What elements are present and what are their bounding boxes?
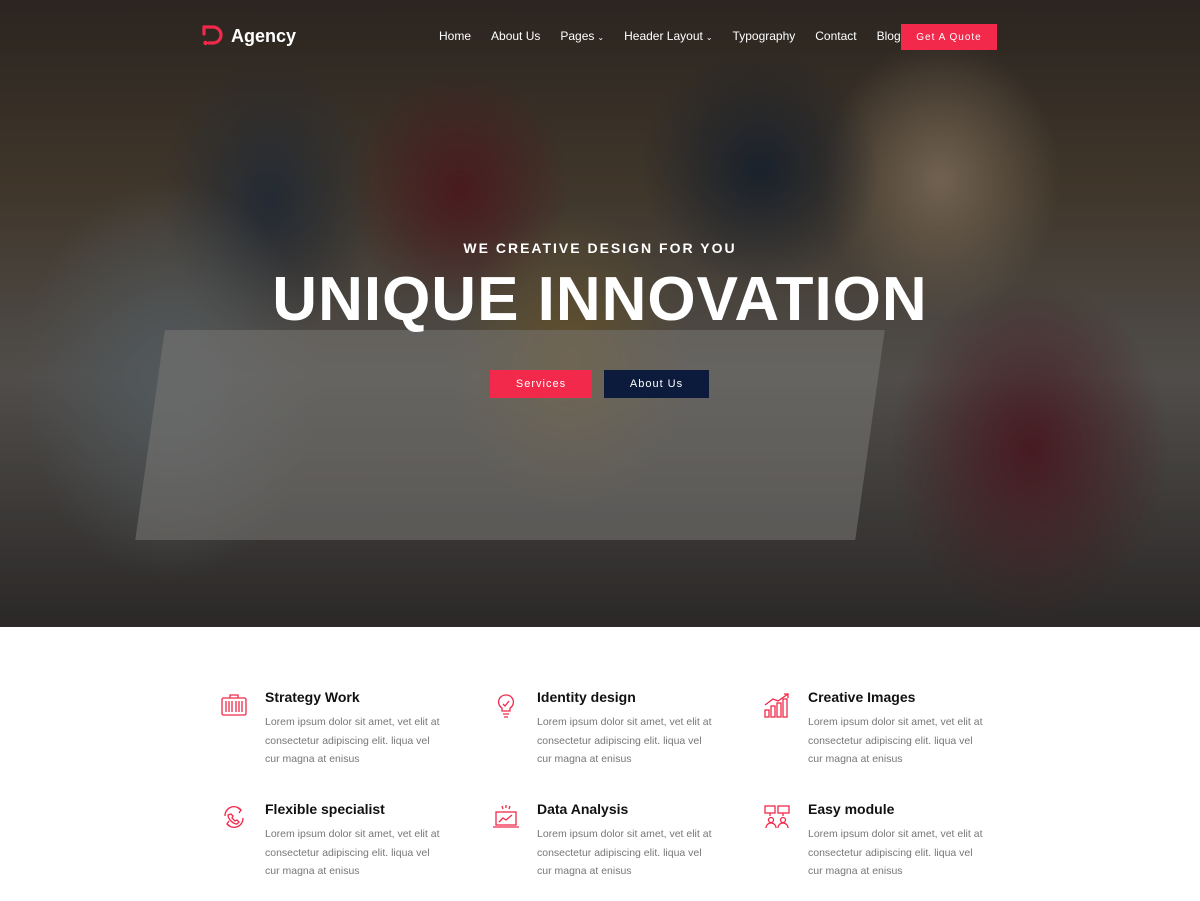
nav-item-header-layout[interactable]: Header Layout ⌄	[624, 29, 712, 43]
chevron-down-icon: ⌄	[597, 32, 605, 42]
nav-item-label: Pages	[560, 29, 595, 43]
nav-item-blog[interactable]: Blog	[877, 29, 901, 43]
main-nav: Home About Us Pages ⌄ Header Layout ⌄ Typo…	[439, 29, 921, 43]
about-us-button[interactable]: About Us	[604, 370, 709, 398]
features-section: Strategy Work Lorem ipsum dolor sit amet…	[0, 627, 1200, 900]
logo-text: Agency	[231, 25, 297, 46]
nav-item-home[interactable]: Home	[439, 29, 471, 43]
hero-buttons: Services About Us	[490, 370, 709, 398]
get-a-quote-button[interactable]: Get A Quote	[901, 24, 997, 50]
feature-item-strategy-work: Strategy Work Lorem ipsum dolor sit amet…	[220, 689, 460, 789]
logo[interactable]: Agency	[202, 24, 296, 48]
nav-item-label: Blog	[876, 29, 901, 43]
feature-item-creative-images: Creative Images Lorem ipsum dolor sit am…	[763, 689, 1003, 789]
team-board-icon	[764, 805, 790, 829]
feature-title: Flexible specialist	[265, 801, 385, 817]
nav-item-about-us[interactable]: About Us	[491, 29, 540, 43]
feature-text: Lorem ipsum dolor sit amet, vet elit at …	[808, 828, 983, 877]
feature-item-identity-design: Identity design Lorem ipsum dolor sit am…	[492, 689, 732, 789]
nav-item-label: Typography	[732, 29, 796, 43]
feature-item-data-analysis: Data Analysis Lorem ipsum dolor sit amet…	[492, 801, 732, 901]
feature-text: Lorem ipsum dolor sit amet, vet elit at …	[537, 716, 712, 765]
feature-title: Data Analysis	[537, 801, 629, 817]
feature-text: Lorem ipsum dolor sit amet, vet elit at …	[265, 716, 440, 765]
feature-item-flexible-specialist: Flexible specialist Lorem ipsum dolor si…	[220, 801, 460, 901]
nav-item-label: About Us	[491, 29, 541, 43]
nav-item-label: Contact	[815, 29, 857, 43]
feature-title: Creative Images	[808, 689, 916, 705]
hero-title: UNIQUE INNOVATION	[272, 265, 928, 334]
logo-icon	[202, 25, 223, 46]
nav-item-pages[interactable]: Pages ⌄	[560, 29, 604, 43]
feature-item-easy-module: Easy module Lorem ipsum dolor sit amet, …	[763, 801, 1003, 901]
nav-item-typography[interactable]: Typography	[733, 29, 796, 43]
feature-text: Lorem ipsum dolor sit amet, vet elit at …	[537, 828, 712, 877]
briefcase-icon	[221, 694, 247, 716]
growth-chart-icon	[764, 693, 789, 718]
feature-text: Lorem ipsum dolor sit amet, vet elit at …	[808, 716, 983, 765]
nav-item-label: Header Layout	[624, 29, 703, 43]
feature-title: Identity design	[537, 689, 636, 705]
nav-item-contact[interactable]: Contact	[815, 29, 856, 43]
services-button[interactable]: Services	[490, 370, 592, 398]
lightbulb-icon	[498, 694, 514, 718]
refresh-phone-icon	[224, 806, 244, 828]
chevron-down-icon: ⌄	[705, 32, 713, 42]
nav-item-label: Home	[439, 29, 472, 43]
navbar: Agency Home About Us Pages ⌄ Header Layou…	[0, 0, 1200, 74]
feature-title: Strategy Work	[265, 689, 360, 705]
laptop-analytics-icon	[493, 805, 519, 828]
feature-title: Easy module	[808, 801, 895, 817]
hero-section: Agency Home About Us Pages ⌄ Header Layou…	[0, 0, 1200, 627]
hero-subtitle: WE CREATIVE DESIGN FOR YOU	[463, 240, 737, 256]
feature-text: Lorem ipsum dolor sit amet, vet elit at …	[265, 828, 440, 877]
